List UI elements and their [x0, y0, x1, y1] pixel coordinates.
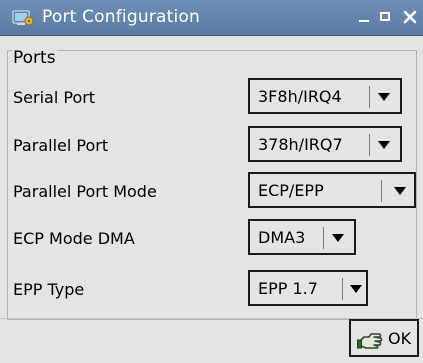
epp-type-label: EPP Type — [13, 280, 85, 299]
window-title: Port Configuration — [42, 7, 200, 27]
parallel-port-mode-label: Parallel Port Mode — [13, 182, 157, 201]
title-bar[interactable]: Port Configuration — [0, 0, 423, 36]
close-icon — [403, 10, 417, 24]
parallel-port-mode-select[interactable]: ECP/EPP — [248, 172, 416, 208]
serial-port-select[interactable]: 3F8h/IRQ4 — [248, 78, 402, 114]
parallel-port-label: Parallel Port — [13, 136, 109, 155]
parallel-port-select[interactable]: 378h/IRQ7 — [248, 126, 402, 162]
serial-port-label: Serial Port — [13, 88, 96, 107]
hand-pointer-icon — [357, 333, 383, 349]
chevron-down-icon — [378, 141, 390, 149]
chevron-down-icon — [378, 93, 390, 101]
minimize-icon — [359, 20, 369, 22]
chevron-down-icon — [332, 234, 344, 242]
monitor-settings-icon — [12, 10, 34, 26]
ecp-mode-dma-label: ECP Mode DMA — [13, 229, 135, 248]
maximize-button[interactable] — [376, 6, 396, 28]
chevron-down-icon — [350, 285, 362, 293]
epp-type-select[interactable]: EPP 1.7 — [248, 270, 368, 306]
ok-label: OK — [388, 329, 412, 348]
ecp-mode-dma-value: DMA3 — [258, 228, 306, 247]
parallel-port-value: 378h/IRQ7 — [258, 135, 343, 154]
ecp-mode-dma-select[interactable]: DMA3 — [248, 219, 356, 255]
minimize-button[interactable] — [354, 6, 374, 28]
chevron-down-icon — [394, 187, 406, 195]
parallel-port-mode-value: ECP/EPP — [258, 181, 324, 200]
serial-port-value: 3F8h/IRQ4 — [258, 87, 342, 106]
close-button[interactable] — [400, 6, 420, 28]
maximize-icon — [380, 12, 390, 21]
ok-button[interactable]: OK — [349, 319, 419, 357]
ports-legend: Ports — [12, 48, 57, 68]
epp-type-value: EPP 1.7 — [258, 279, 318, 298]
dialog-body: Ports Serial Port 3F8h/IRQ4 Parallel Por… — [0, 36, 423, 363]
